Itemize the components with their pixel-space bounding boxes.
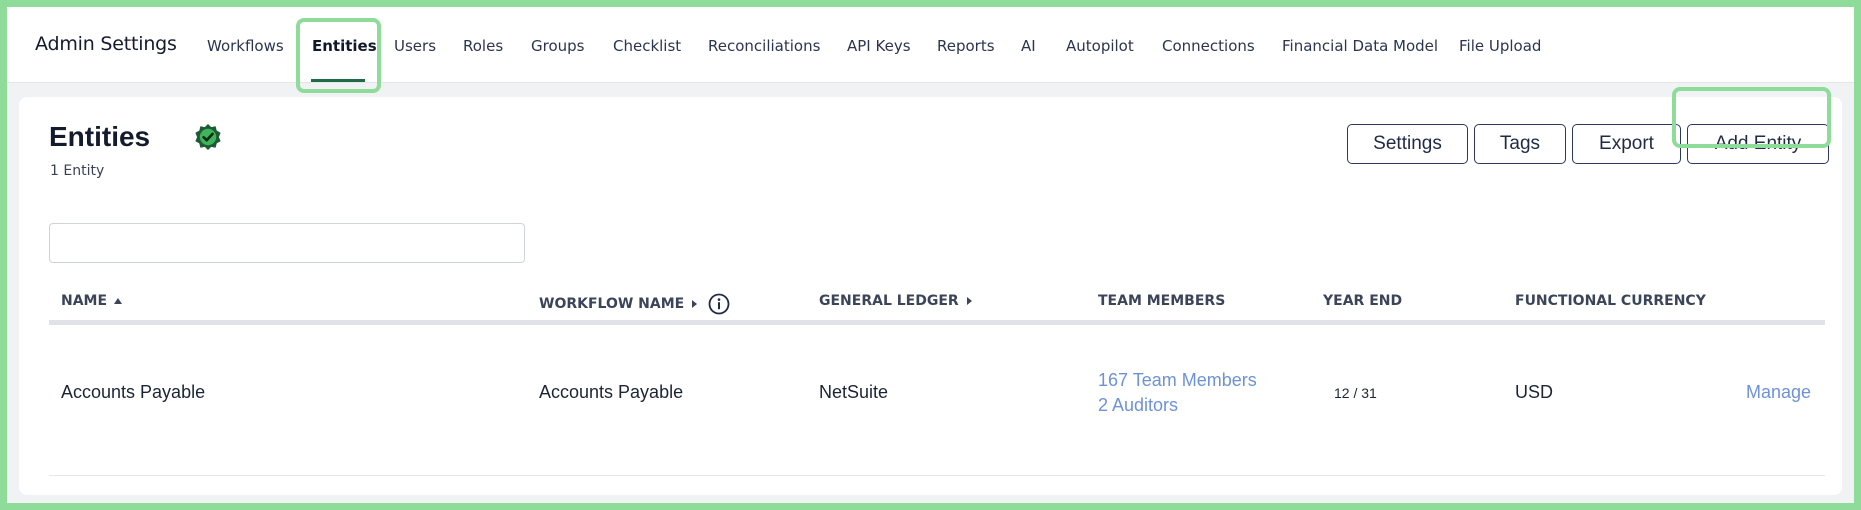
team-members-link[interactable]: 167 Team Members xyxy=(1098,370,1257,391)
tab-entities[interactable]: Entities xyxy=(312,37,377,55)
tab-groups[interactable]: Groups xyxy=(531,37,584,55)
column-header-general-ledger[interactable]: GENERAL LEDGER xyxy=(819,293,973,309)
column-header-year-end: YEAR END xyxy=(1323,293,1402,309)
tab-workflows[interactable]: Workflows xyxy=(207,37,284,55)
caret-right-icon xyxy=(966,297,972,305)
caret-right-icon xyxy=(692,300,698,308)
column-header-workflow-name-label: WORKFLOW NAME xyxy=(539,296,685,312)
sort-ascending-icon xyxy=(114,298,123,304)
cell-year-end: 12 / 31 xyxy=(1334,385,1377,401)
active-tab-indicator xyxy=(311,79,365,82)
auditors-link[interactable]: 2 Auditors xyxy=(1098,395,1178,416)
column-header-workflow-name[interactable]: WORKFLOW NAME xyxy=(539,293,730,315)
page-title: Entities xyxy=(49,121,151,152)
cell-functional-currency: USD xyxy=(1515,382,1554,402)
tab-api-keys[interactable]: API Keys xyxy=(847,37,911,55)
manage-link[interactable]: Manage xyxy=(1746,382,1811,403)
tab-users[interactable]: Users xyxy=(394,37,436,55)
tab-file-upload[interactable]: File Upload xyxy=(1459,37,1541,55)
tags-button[interactable]: Tags xyxy=(1474,124,1566,164)
tab-financial-data-model[interactable]: Financial Data Model xyxy=(1282,37,1438,55)
column-header-name[interactable]: NAME xyxy=(61,293,123,309)
column-header-general-ledger-label: GENERAL LEDGER xyxy=(819,293,959,309)
app-window: Admin Settings Workflows Entities Users … xyxy=(7,7,1854,503)
cell-general-ledger: NetSuite xyxy=(819,382,889,402)
verified-badge-icon xyxy=(195,124,221,150)
column-header-functional-currency: FUNCTIONAL CURRENCY xyxy=(1515,293,1706,309)
tab-reconciliations[interactable]: Reconciliations xyxy=(708,37,820,55)
column-header-functional-currency-label: FUNCTIONAL CURRENCY xyxy=(1515,293,1706,309)
column-header-team-members: TEAM MEMBERS xyxy=(1098,293,1225,309)
tab-checklist[interactable]: Checklist xyxy=(613,37,681,55)
export-button[interactable]: Export xyxy=(1572,124,1681,164)
settings-button[interactable]: Settings xyxy=(1347,124,1468,164)
column-header-year-end-label: YEAR END xyxy=(1323,293,1403,309)
tab-ai[interactable]: AI xyxy=(1021,37,1036,55)
cell-workflow-name: Accounts Payable xyxy=(539,382,684,402)
entity-count: 1 Entity xyxy=(50,163,105,179)
tab-roles[interactable]: Roles xyxy=(463,37,503,55)
info-icon[interactable] xyxy=(708,293,730,315)
app-title: Admin Settings xyxy=(35,33,177,55)
cell-name: Accounts Payable xyxy=(61,382,206,402)
tab-reports[interactable]: Reports xyxy=(937,37,995,55)
add-entity-button[interactable]: Add Entity xyxy=(1687,124,1829,164)
search-input[interactable] xyxy=(49,223,525,263)
column-header-team-members-label: TEAM MEMBERS xyxy=(1098,293,1226,309)
tab-connections[interactable]: Connections xyxy=(1162,37,1255,55)
table-header-divider xyxy=(49,320,1825,325)
row-divider xyxy=(49,475,1825,476)
entities-card: Entities 1 Entity Settings Tags Export A… xyxy=(19,97,1842,495)
tab-autopilot[interactable]: Autopilot xyxy=(1066,37,1134,55)
column-header-name-label: NAME xyxy=(61,293,108,309)
top-nav: Admin Settings Workflows Entities Users … xyxy=(7,7,1854,83)
